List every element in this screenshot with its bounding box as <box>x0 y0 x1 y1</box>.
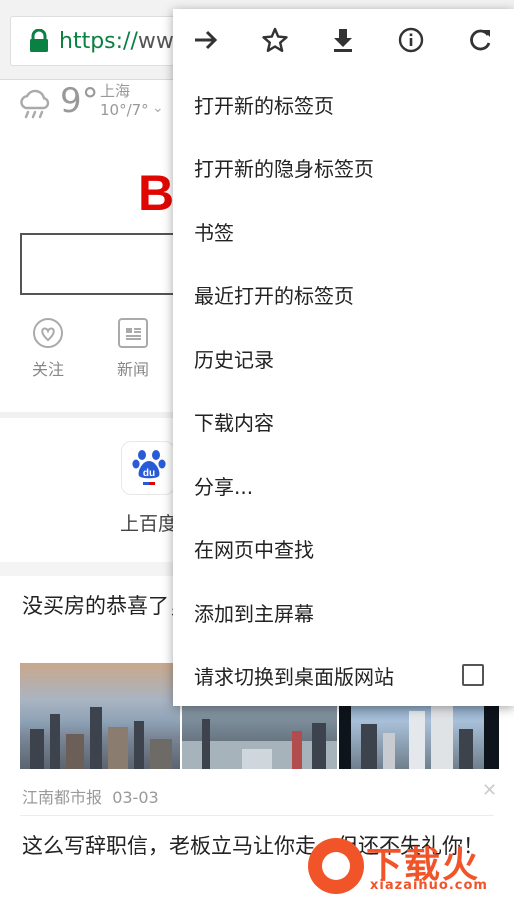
close-icon[interactable]: ✕ <box>482 780 497 801</box>
quick-link-label: 关注 <box>31 360 64 379</box>
menu-item-bookmarks[interactable]: 书签 <box>173 200 514 263</box>
baidu-paw-icon: du <box>132 450 166 485</box>
baidu-logo: B <box>138 165 175 221</box>
chevron-down-icon: ⌄ <box>152 100 164 116</box>
browser-screen: https:// www 9° 上海 10°/7° ⌄ B 关注 新闻 du 上… <box>0 0 514 900</box>
app-shortcut-baidu[interactable]: du <box>121 441 175 495</box>
weather-range: 10°/7° <box>100 101 149 119</box>
refresh-icon[interactable] <box>465 25 495 55</box>
menu-item-find-in-page[interactable]: 在网页中查找 <box>173 517 514 580</box>
quick-link-follow[interactable]: 关注 <box>18 318 78 380</box>
menu-item-recent-tabs[interactable]: 最近打开的标签页 <box>173 263 514 326</box>
menu-item-downloads[interactable]: 下载内容 <box>173 390 514 453</box>
desktop-site-checkbox[interactable] <box>462 664 484 686</box>
news-icon <box>118 318 148 348</box>
heart-icon <box>33 318 63 348</box>
url-scheme: https:// <box>59 28 138 54</box>
forward-icon[interactable] <box>191 25 221 55</box>
menu-item-label: 打开新的标签页 <box>194 94 334 118</box>
menu-item-label: 打开新的隐身标签页 <box>194 157 374 181</box>
menu-item-label: 下载内容 <box>194 411 274 435</box>
address-bar[interactable]: https:// www <box>10 16 190 66</box>
menu-item-label: 历史记录 <box>194 348 274 372</box>
menu-item-new-incognito-tab[interactable]: 打开新的隐身标签页 <box>173 136 514 199</box>
news-source: 江南都市报 <box>22 788 103 807</box>
menu-item-label: 最近打开的标签页 <box>194 284 354 308</box>
quick-link-label: 新闻 <box>116 360 149 379</box>
menu-icon-row <box>173 9 514 73</box>
rain-cloud-icon <box>20 89 50 119</box>
download-icon[interactable] <box>328 25 358 55</box>
menu-item-label: 请求切换到桌面版网站 <box>194 665 394 689</box>
news-image[interactable] <box>20 663 180 769</box>
watermark-url: xiazaihuo.com <box>370 878 488 893</box>
watermark-logo: 下载火 xiazaihuo.com <box>300 820 514 900</box>
menu-item-history[interactable]: 历史记录 <box>173 327 514 390</box>
menu-item-label: 添加到主屏幕 <box>194 602 314 626</box>
weather-city: 上海 <box>100 82 131 100</box>
flame-icon <box>308 838 364 894</box>
quick-link-news[interactable]: 新闻 <box>103 318 163 380</box>
lock-icon <box>29 28 49 53</box>
menu-item-desktop-site[interactable]: 请求切换到桌面版网站 <box>173 644 514 707</box>
menu-item-label: 书签 <box>194 221 234 245</box>
menu-item-add-to-home[interactable]: 添加到主屏幕 <box>173 581 514 644</box>
menu-item-label: 分享... <box>194 475 254 499</box>
news-meta: 江南都市报 03-03 <box>22 784 159 808</box>
news-date: 03-03 <box>112 788 159 807</box>
feed-divider <box>20 815 494 816</box>
overflow-menu: 打开新的标签页 打开新的隐身标签页 书签 最近打开的标签页 历史记录 下载内容 … <box>173 9 514 706</box>
menu-item-label: 在网页中查找 <box>194 538 314 562</box>
menu-item-new-tab[interactable]: 打开新的标签页 <box>173 73 514 136</box>
star-icon[interactable] <box>260 25 290 55</box>
weather-temperature: 9° <box>60 81 99 121</box>
info-icon[interactable] <box>396 25 426 55</box>
app-shortcut-label: 上百度 <box>120 513 178 535</box>
svg-text:du: du <box>143 468 155 479</box>
menu-item-share[interactable]: 分享... <box>173 454 514 517</box>
